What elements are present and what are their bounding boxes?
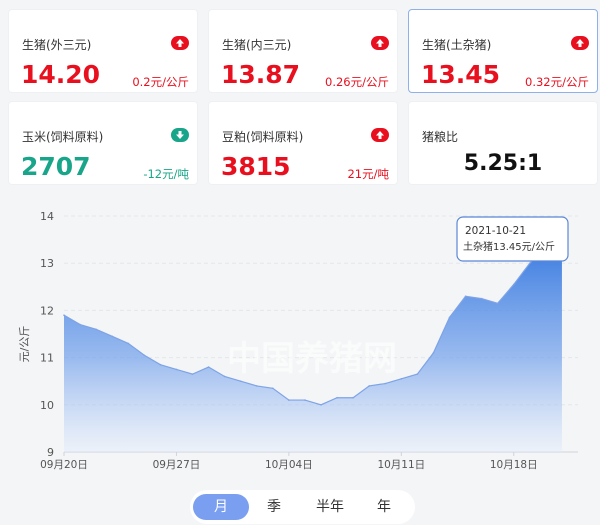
data-point [320, 404, 322, 406]
data-point [304, 399, 306, 401]
y-tick-label: 13 [40, 257, 54, 270]
card-name: 生猪(内三元) [222, 38, 292, 52]
arrow-down-icon [171, 128, 189, 142]
card-name: 猪粮比 [422, 130, 459, 144]
data-point [432, 352, 435, 354]
data-point [255, 385, 258, 387]
card-value: 13.45 [421, 60, 501, 89]
tab-quarter[interactable]: 季 [246, 494, 302, 520]
price-card-hog-grain-ratio[interactable]: 猪粮比 5.25:1 [408, 101, 598, 185]
tooltip-box [456, 216, 569, 262]
period-tabs: 月 季 半年 年 [190, 490, 415, 524]
card-value: 2707 [21, 152, 91, 181]
data-point [159, 363, 162, 366]
price-chart[interactable]: 9 10 11 12 13 14 元/公斤 09月20日 09月27日 10月04日 10月11日 1… [0, 200, 600, 480]
data-point [191, 373, 194, 375]
data-point [223, 375, 226, 378]
price-card-corn[interactable]: 玉米(饲料原料) 2707 -12元/吨 [8, 101, 198, 185]
data-point [288, 399, 290, 401]
tab-half-year[interactable]: 半年 [302, 494, 358, 520]
data-point [272, 387, 274, 390]
tab-month[interactable]: 月 [193, 494, 249, 520]
price-card-inner-three[interactable]: 生猪(内三元) 13.87 0.26元/公斤 [208, 9, 398, 93]
data-point [143, 354, 146, 357]
data-point [127, 342, 130, 345]
tooltip-date: 2021-10-21 [465, 225, 526, 237]
y-axis-label: 元/公斤 [18, 326, 31, 363]
card-name: 豆粕(饲料原料) [222, 130, 304, 144]
data-point [207, 366, 210, 368]
data-point [352, 396, 354, 399]
data-point [175, 368, 178, 371]
card-name: 生猪(土杂猪) [422, 38, 492, 52]
data-point [400, 378, 403, 380]
data-point [480, 297, 483, 300]
data-point [512, 283, 515, 286]
x-tick-label: 10月11日 [377, 459, 425, 471]
y-tick-label: 10 [40, 399, 54, 412]
price-card-outer-three[interactable]: 生猪(外三元) 14.20 0.2元/公斤 [8, 9, 198, 93]
card-change: 21元/吨 [347, 167, 389, 181]
data-point [464, 295, 467, 298]
price-chart-svg: 9 10 11 12 13 14 元/公斤 09月20日 09月27日 10月04日 10月11日 1… [18, 210, 578, 471]
y-tick-label: 11 [40, 352, 54, 365]
tooltip-text: 土杂猪13.45元/公斤 [463, 240, 555, 253]
data-point [95, 328, 97, 331]
tab-year[interactable]: 年 [356, 494, 412, 520]
data-point [529, 262, 531, 264]
watermark: 中国养猪网 [227, 339, 397, 379]
y-tick-label: 12 [40, 304, 54, 317]
y-tick-label: 9 [47, 446, 54, 459]
data-point [416, 373, 419, 375]
arrow-up-icon [371, 128, 389, 142]
y-tick-label: 14 [40, 210, 54, 223]
card-value: 14.20 [21, 60, 101, 89]
data-point [111, 335, 113, 338]
data-point [63, 314, 65, 316]
card-change: 0.2元/公斤 [132, 75, 189, 89]
x-tick-label: 09月27日 [153, 459, 201, 471]
card-name: 玉米(饲料原料) [22, 130, 104, 144]
ratio-value: 5.25:1 [463, 151, 543, 176]
arrow-up-icon [171, 36, 189, 50]
arrow-up-icon [371, 36, 389, 50]
card-value: 13.87 [221, 60, 301, 89]
card-value: 3815 [221, 152, 291, 181]
data-point [448, 316, 451, 319]
price-card-soymeal[interactable]: 豆粕(饲料原料) 3815 21元/吨 [208, 101, 398, 185]
arrow-up-icon [571, 36, 589, 50]
data-point [496, 302, 499, 305]
data-point [239, 380, 242, 382]
x-tick-label: 10月18日 [490, 459, 538, 471]
price-card-local-hog[interactable]: 生猪(土杂猪) 13.45 0.32元/公斤 [408, 9, 598, 93]
card-change: -12元/吨 [143, 167, 189, 181]
card-change: 0.26元/公斤 [325, 75, 389, 89]
card-name: 生猪(外三元) [22, 38, 92, 52]
x-tick-label: 09月20日 [40, 459, 88, 471]
data-point [336, 396, 338, 399]
data-point [384, 382, 387, 385]
x-tick-label: 10月04日 [265, 459, 313, 471]
data-point [79, 323, 81, 326]
data-point [368, 385, 370, 387]
card-change: 0.32元/公斤 [525, 75, 589, 89]
